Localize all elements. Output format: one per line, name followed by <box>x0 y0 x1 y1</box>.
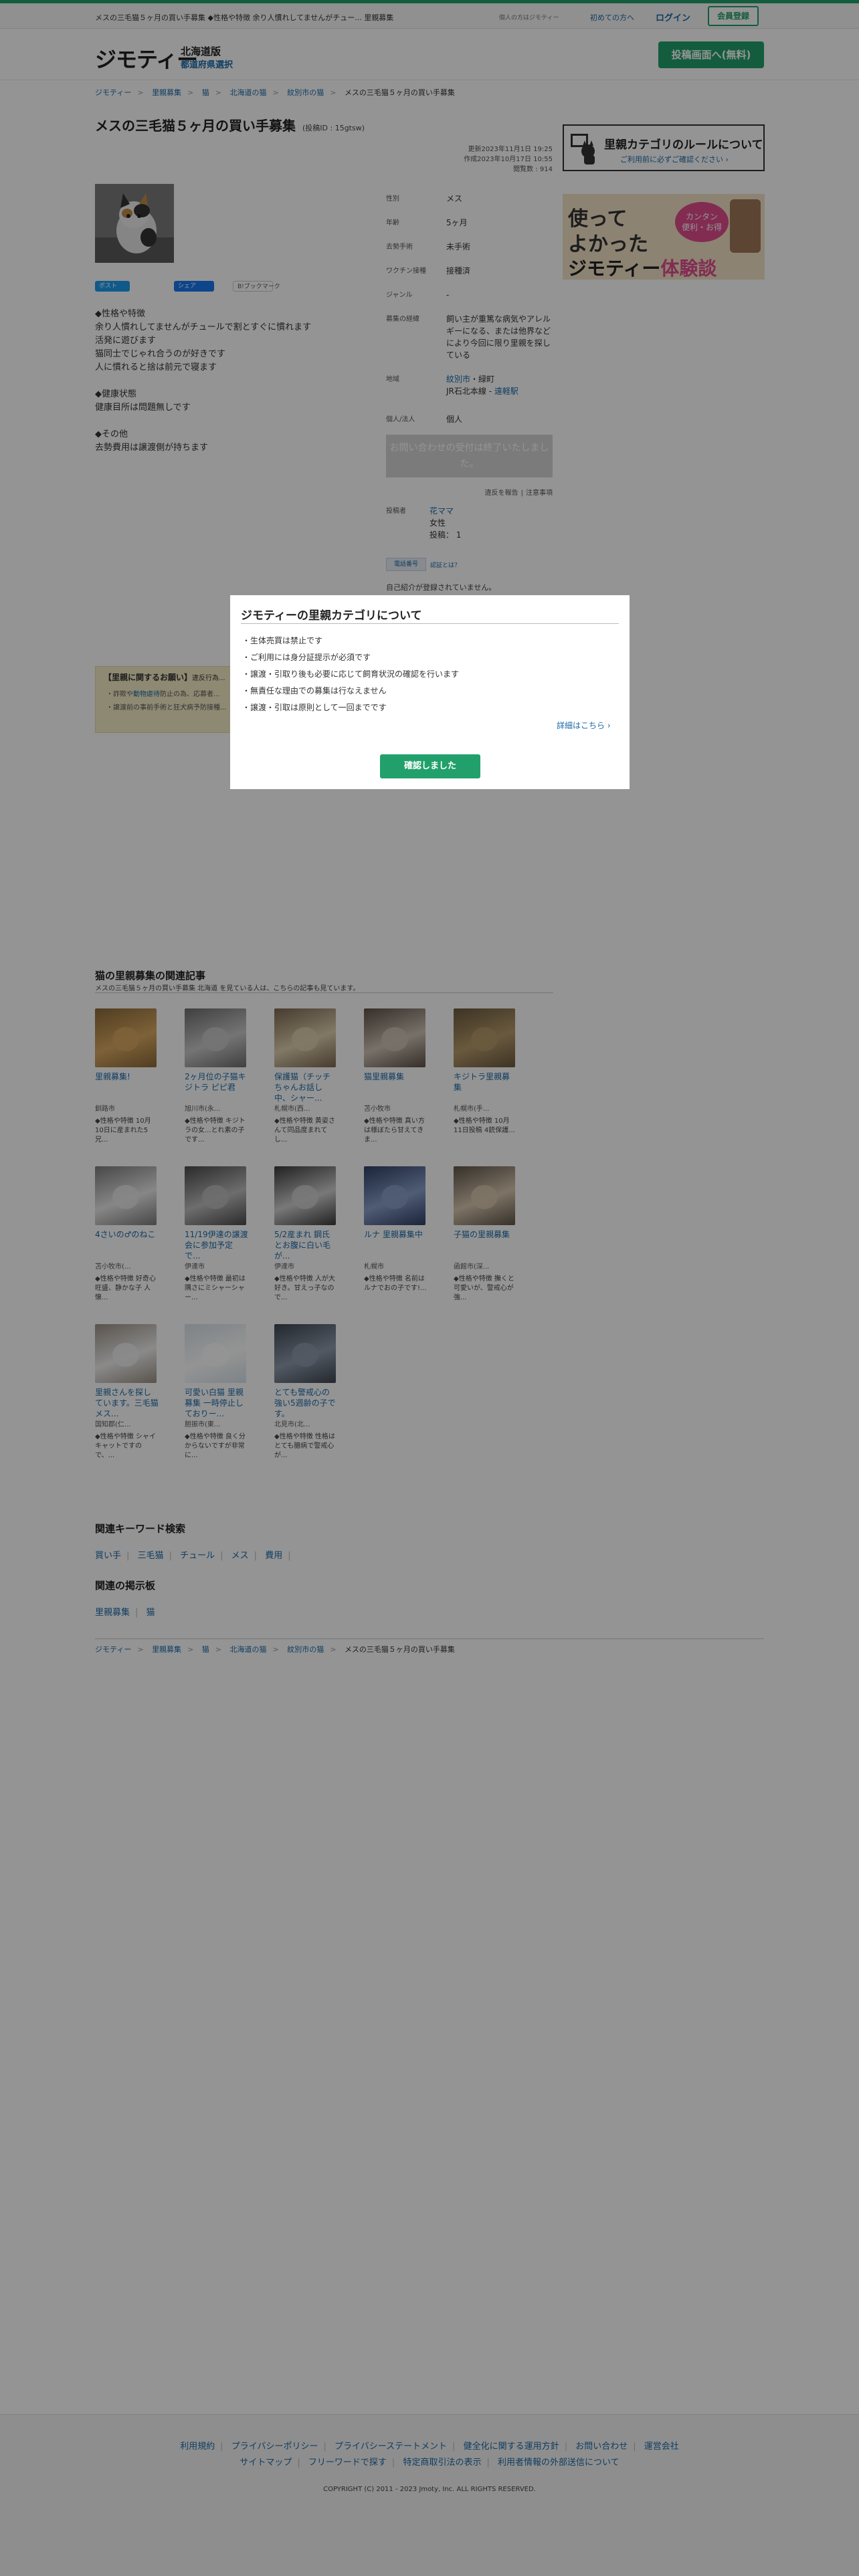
modal-details-link[interactable]: 詳細はこちら › <box>557 720 611 731</box>
divider <box>241 623 619 624</box>
modal-title: ジモティーの里親カテゴリについて <box>241 609 422 623</box>
confirm-button[interactable]: 確認しました <box>380 754 480 778</box>
modal-rule: ・ご利用には身分証提示が必須です <box>242 653 371 662</box>
modal-rule-list: ・生体売買は禁止です ・ご利用には身分証提示が必須です ・譲渡・引取り後も必要に… <box>242 633 459 716</box>
rules-modal: ジモティーの里親カテゴリについて ・生体売買は禁止です ・ご利用には身分証提示が… <box>230 595 630 789</box>
modal-overlay[interactable] <box>0 0 859 2576</box>
modal-rule: ・譲渡・引取は原則として一回までです <box>242 703 387 712</box>
modal-rule: ・無責任な理由での募集は行なえません <box>242 686 387 695</box>
modal-rule: ・生体売買は禁止です <box>242 636 323 645</box>
modal-rule: ・譲渡・引取り後も必要に応じて飼育状況の確認を行います <box>242 669 460 679</box>
